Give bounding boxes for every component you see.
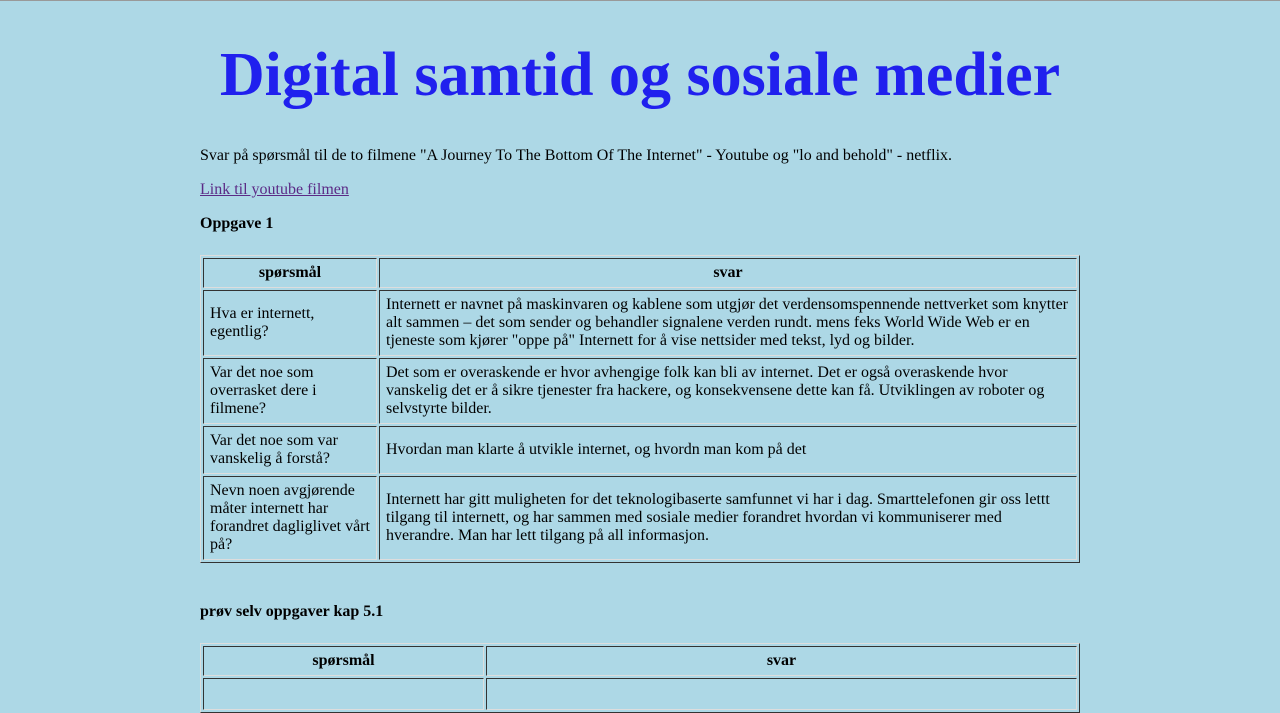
header-question: spørsmål	[203, 258, 377, 288]
table-row: Var det noe som var vanskelig å forstå? …	[203, 426, 1077, 474]
question-cell: Var det noe som var vanskelig å forstå?	[203, 426, 377, 474]
intro-text: Svar på spørsmål til de to filmene "A Jo…	[200, 147, 953, 164]
youtube-link[interactable]: Link til youtube filmen	[200, 181, 349, 198]
header-answer: svar	[486, 646, 1077, 676]
header-question: spørsmål	[203, 646, 484, 676]
table-header-row: spørsmål svar	[203, 646, 1077, 676]
section1-heading: Oppgave 1	[200, 215, 274, 232]
section2-heading: prøv selv oppgaver kap 5.1	[200, 603, 384, 620]
page-title: Digital samtid og sosiale medier	[219, 41, 1061, 109]
answer-cell: Internett har gitt muligheten for det te…	[379, 476, 1077, 560]
table-row	[203, 678, 1077, 710]
questions-table-2: spørsmål svar	[200, 643, 1080, 713]
content: Svar på spørsmål til de to filmene "A Jo…	[200, 111, 1080, 713]
question-cell: Var det noe som overrasket dere i filmen…	[203, 358, 377, 424]
question-cell: Nevn noen avgjørende måter internett har…	[203, 476, 377, 560]
answer-cell: Internett er navnet på maskinvaren og ka…	[379, 290, 1077, 356]
table-header-row: spørsmål svar	[203, 258, 1077, 288]
table-row: Var det noe som overrasket dere i filmen…	[203, 358, 1077, 424]
table-row: Hva er internett, egentlig? Internett er…	[203, 290, 1077, 356]
answer-cell: Det som er overaskende er hvor avhengige…	[379, 358, 1077, 424]
table-row: Nevn noen avgjørende måter internett har…	[203, 476, 1077, 560]
header-answer: svar	[379, 258, 1077, 288]
question-cell: Hva er internett, egentlig?	[203, 290, 377, 356]
answer-cell: Hvordan man klarte å utvikle internet, o…	[379, 426, 1077, 474]
questions-table-1: spørsmål svar Hva er internett, egentlig…	[200, 255, 1080, 563]
